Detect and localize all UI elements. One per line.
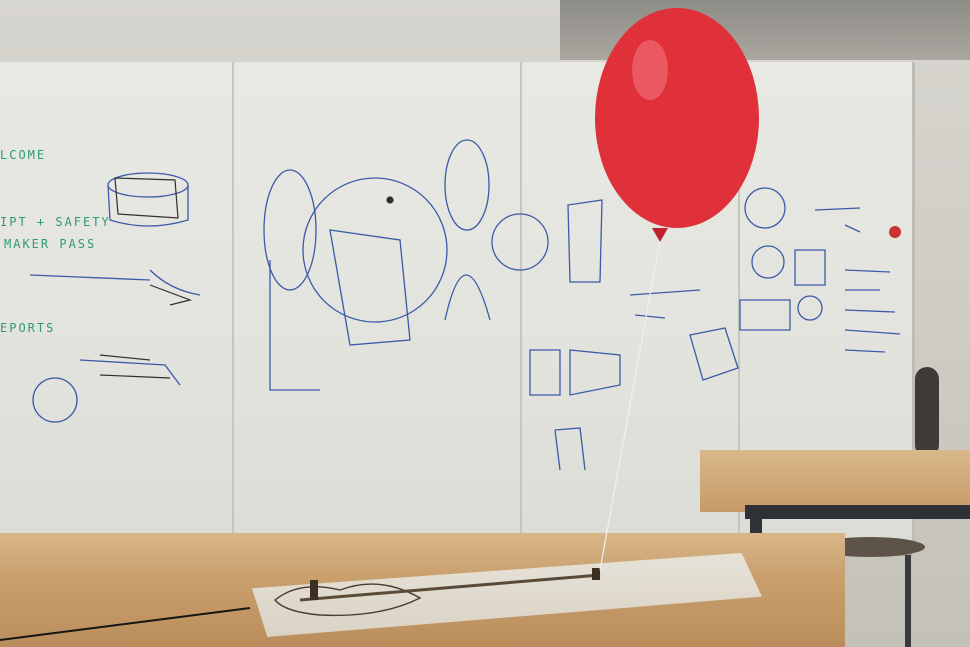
balloon-string <box>599 239 661 571</box>
balloon-knot <box>652 228 668 242</box>
linkage-arm <box>299 573 601 602</box>
string-post <box>592 568 600 580</box>
power-cable <box>0 607 251 641</box>
lab-scene: LCOME IPT + SAFETY MAKER PASS EPORTS <box>0 0 970 647</box>
cam-track <box>274 583 422 617</box>
balloon-and-mechanism <box>0 8 759 641</box>
red-balloon <box>595 8 759 228</box>
pivot-post <box>310 580 318 600</box>
balloon-highlight <box>632 40 668 100</box>
